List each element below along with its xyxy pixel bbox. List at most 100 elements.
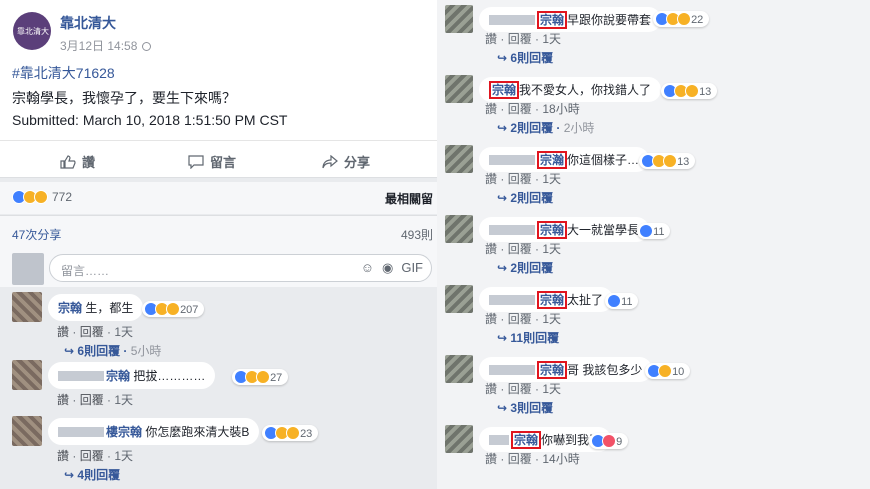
comment-bubble: 宗翰 我不愛女人，你找錯人了 bbox=[479, 77, 662, 102]
comment-reactions[interactable]: 10 bbox=[645, 363, 691, 379]
comment-time[interactable]: 1天 bbox=[542, 312, 561, 326]
commenter-avatar[interactable] bbox=[445, 5, 473, 33]
comment-text: 把拔………… bbox=[133, 369, 206, 383]
comment-text: 哥 我該包多少 bbox=[567, 363, 643, 377]
highlighted-name[interactable]: 宗翰 bbox=[537, 11, 568, 29]
view-replies-link[interactable]: ↪ 6則回覆 · 5小時 bbox=[64, 342, 161, 359]
comment-like-link[interactable]: 讚 bbox=[485, 242, 497, 256]
comment-button[interactable]: 留言 bbox=[188, 152, 236, 171]
view-replies-link[interactable]: ↪ 3則回覆 bbox=[497, 399, 553, 416]
comment-like-link[interactable]: 讚 bbox=[485, 452, 497, 466]
comment-reply-link[interactable]: 回覆 bbox=[508, 242, 532, 256]
comment-like-link[interactable]: 讚 bbox=[57, 325, 69, 339]
view-replies-link[interactable]: ↪ 6則回覆 bbox=[497, 49, 553, 66]
comment-time[interactable]: 1天 bbox=[114, 393, 133, 407]
comment-item: 宗翰哥 我該包多少 10 讚 · 回覆 · 1天 ↪ 3則回覆 bbox=[437, 350, 870, 420]
commenter-avatar[interactable] bbox=[12, 416, 42, 446]
comment-like-link[interactable]: 讚 bbox=[485, 172, 497, 186]
view-replies-link[interactable]: ↪ 4則回覆 bbox=[64, 466, 120, 483]
wow-reaction-icon bbox=[34, 190, 48, 204]
emoji-icon[interactable]: ☺ bbox=[361, 260, 374, 275]
comment-reactions[interactable]: 207 bbox=[142, 301, 205, 317]
commenter-avatar[interactable] bbox=[445, 285, 473, 313]
highlighted-name[interactable]: 宗翰 bbox=[489, 81, 520, 99]
comment-reactions[interactable]: 13 bbox=[639, 153, 696, 169]
page-name[interactable]: 靠北清大 bbox=[60, 13, 116, 33]
comment-reactions[interactable]: 11 bbox=[637, 223, 671, 239]
comment-like-link[interactable]: 讚 bbox=[485, 382, 497, 396]
comment-time[interactable]: 1天 bbox=[542, 242, 561, 256]
commenter-name[interactable]: 樓宗翰 bbox=[106, 425, 142, 439]
comment-like-link[interactable]: 讚 bbox=[57, 393, 69, 407]
comment-reply-link[interactable]: 回覆 bbox=[508, 312, 532, 326]
post-time[interactable]: 3月12日 14:58 bbox=[60, 39, 137, 53]
comment-bubble: 宗翰 早跟你說要帶套 bbox=[479, 7, 662, 32]
like-button[interactable]: 讚 bbox=[60, 152, 95, 171]
comment-reactions[interactable]: 11 bbox=[605, 293, 639, 309]
comment-meta: 讚 · 回覆 · 1天 bbox=[485, 312, 562, 326]
replies-time: 2小時 bbox=[563, 121, 595, 135]
commenter-name[interactable]: 宗翰 bbox=[58, 301, 82, 315]
comment-like-link[interactable]: 讚 bbox=[485, 312, 497, 326]
camera-icon[interactable]: ◉ bbox=[382, 260, 393, 275]
comment-reactions[interactable]: 13 bbox=[661, 83, 718, 99]
commenter-avatar[interactable] bbox=[445, 145, 473, 173]
comment-time[interactable]: 1天 bbox=[542, 382, 561, 396]
share-button[interactable]: 分享 bbox=[322, 152, 370, 171]
blurred-name bbox=[489, 365, 535, 375]
comment-time[interactable]: 1天 bbox=[114, 325, 133, 339]
comment-reply-link[interactable]: 回覆 bbox=[80, 393, 104, 407]
comment-time[interactable]: 1天 bbox=[542, 172, 561, 186]
reactions-summary[interactable]: 772 bbox=[12, 190, 72, 204]
comment-time[interactable]: 14小時 bbox=[542, 452, 579, 466]
comment-time[interactable]: 18小時 bbox=[542, 102, 579, 116]
commenter-name[interactable]: 宗翰 bbox=[106, 369, 130, 383]
commenter-avatar[interactable] bbox=[12, 360, 42, 390]
comment-like-link[interactable]: 讚 bbox=[485, 102, 497, 116]
share-label: 分享 bbox=[344, 155, 371, 170]
highlighted-name[interactable]: 宗翰 bbox=[537, 221, 568, 239]
comment-reactions[interactable]: 22 bbox=[653, 11, 710, 27]
globe-icon bbox=[142, 42, 152, 51]
comment-time[interactable]: 1天 bbox=[542, 32, 561, 46]
view-replies-link[interactable]: ↪ 2則回覆 bbox=[497, 259, 553, 276]
comment-reply-link[interactable]: 回覆 bbox=[508, 452, 532, 466]
comment-composer: 留言…… ☺ ◉ GIF bbox=[0, 249, 437, 287]
commenter-avatar[interactable] bbox=[445, 355, 473, 383]
highlighted-name[interactable]: 宗瀚 bbox=[537, 151, 568, 169]
comment-bubble: 樓宗翰 你怎麼跑來清大裝B bbox=[48, 418, 260, 445]
comment-reaction-count: 11 bbox=[653, 226, 665, 238]
page-avatar[interactable]: 靠北清大 bbox=[13, 12, 51, 50]
comment-reply-link[interactable]: 回覆 bbox=[508, 382, 532, 396]
comment-reactions[interactable]: 9 bbox=[589, 433, 629, 449]
comment-reply-link[interactable]: 回覆 bbox=[508, 32, 532, 46]
highlighted-name[interactable]: 宗翰 bbox=[537, 291, 568, 309]
commenter-avatar[interactable] bbox=[445, 425, 473, 453]
hashtag-link[interactable]: #靠北清大71628 bbox=[12, 63, 115, 83]
view-replies-link[interactable]: ↪ 2則回覆 · 2小時 bbox=[497, 119, 594, 136]
view-replies-link[interactable]: ↪ 11則回覆 bbox=[497, 329, 559, 346]
comment-reply-link[interactable]: 回覆 bbox=[508, 172, 532, 186]
share-count-link[interactable]: 47次分享 bbox=[12, 226, 61, 243]
comment-time[interactable]: 1天 bbox=[114, 449, 133, 463]
comment-reply-link[interactable]: 回覆 bbox=[80, 449, 104, 463]
highlighted-name[interactable]: 宗翰 bbox=[537, 361, 568, 379]
comment-reply-link[interactable]: 回覆 bbox=[80, 325, 104, 339]
highlighted-name[interactable]: 宗翰 bbox=[511, 431, 542, 449]
comment-reactions[interactable]: 23 bbox=[262, 425, 319, 441]
comment-reactions[interactable]: 27 bbox=[232, 369, 289, 385]
comment-item: 宗翰 把拔………… 27 讚 · 回覆 · 1天 bbox=[0, 358, 437, 414]
top-comments-filter[interactable]: 最相關留 bbox=[385, 190, 433, 207]
blurred-name bbox=[489, 225, 535, 235]
gif-icon[interactable]: GIF bbox=[401, 260, 423, 275]
commenter-avatar[interactable] bbox=[12, 292, 42, 322]
comment-item: 宗翰 我不愛女人，你找錯人了 13 讚 · 回覆 · 18小時 ↪ 2則回覆 · … bbox=[437, 70, 870, 140]
comment-like-link[interactable]: 讚 bbox=[57, 449, 69, 463]
commenter-avatar[interactable] bbox=[445, 75, 473, 103]
comment-reaction-count: 11 bbox=[621, 296, 633, 308]
comment-reply-link[interactable]: 回覆 bbox=[508, 102, 532, 116]
comment-like-link[interactable]: 讚 bbox=[485, 32, 497, 46]
commenter-avatar[interactable] bbox=[445, 215, 473, 243]
comment-input[interactable]: 留言…… ☺ ◉ GIF bbox=[49, 254, 432, 282]
view-replies-link[interactable]: ↪ 2則回覆 bbox=[497, 189, 553, 206]
